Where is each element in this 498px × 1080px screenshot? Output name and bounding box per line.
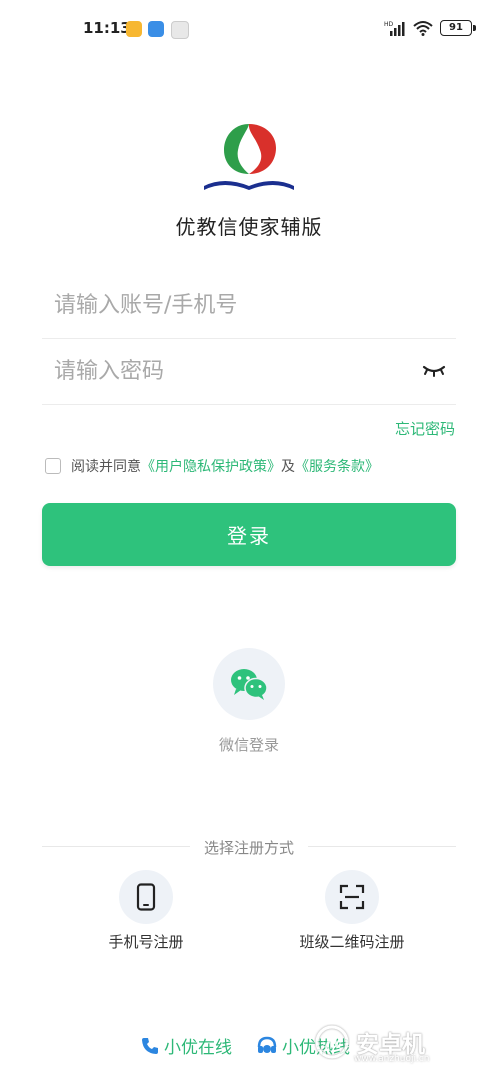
phone-register-button[interactable] <box>119 870 173 924</box>
agree-checkbox[interactable] <box>45 458 61 474</box>
wechat-login-label: 微信登录 <box>218 736 279 754</box>
agree-prefix-text: 阅读并同意 <box>71 459 141 475</box>
app-notification-icon <box>171 21 189 39</box>
status-right: HD 91 <box>384 20 476 36</box>
forgot-password-link[interactable]: 忘记密码 <box>395 418 455 439</box>
phone-register-label[interactable]: 手机号注册 <box>96 931 196 952</box>
qr-register-button[interactable] <box>325 870 379 924</box>
agreement-row: 阅读并同意 《用户隐私保护政策》 及 《服务条款》 <box>45 456 379 476</box>
wifi-icon <box>413 21 433 36</box>
online-service-link[interactable]: 小优在线 <box>140 1033 232 1058</box>
privacy-policy-link[interactable]: 《用户隐私保护政策》 <box>141 456 281 476</box>
login-button[interactable]: 登录 <box>42 503 456 566</box>
svg-text:HD: HD <box>384 21 394 28</box>
account-field <box>42 272 456 339</box>
app-logo-icon <box>204 124 294 190</box>
qr-register-label[interactable]: 班级二维码注册 <box>282 931 422 952</box>
watermark-url: www.anzhuoji.cn <box>354 1054 430 1064</box>
battery-indicator: 91 <box>440 20 476 36</box>
qr-scan-icon <box>339 884 365 910</box>
password-field <box>42 338 456 405</box>
wechat-icon <box>231 669 268 700</box>
cloud-app-icon <box>148 21 164 37</box>
phone-icon <box>136 883 156 911</box>
watermark-logo-icon <box>315 1025 349 1059</box>
agree-and-text: 及 <box>281 459 295 475</box>
eye-closed-icon[interactable] <box>422 362 446 378</box>
status-time: 11:13 <box>83 19 131 37</box>
account-input[interactable] <box>52 272 406 338</box>
phone-call-icon <box>142 1037 158 1054</box>
notes-app-icon <box>126 21 142 37</box>
terms-of-service-link[interactable]: 《服务条款》 <box>295 456 379 476</box>
app-name: 优教信使家辅版 <box>175 215 323 239</box>
headset-icon <box>257 1036 277 1053</box>
password-input[interactable] <box>52 338 406 404</box>
signal-icon: HD <box>384 21 405 36</box>
watermark: 安卓机 www.anzhuoji.cn <box>314 1014 484 1070</box>
register-title: 选择注册方式 <box>0 837 498 858</box>
wechat-login-button[interactable] <box>213 648 285 720</box>
status-bar: 11:13 HD 91 <box>0 0 498 56</box>
